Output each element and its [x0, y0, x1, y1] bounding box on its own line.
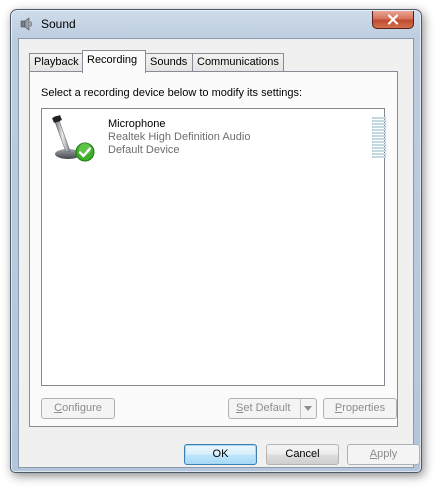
- tab-label: Sounds: [150, 56, 188, 68]
- device-name: Microphone: [108, 118, 166, 130]
- set-default-button[interactable]: Set Default: [228, 398, 317, 419]
- dialog-body: Playback Recording Sounds Communications…: [18, 38, 420, 468]
- apply-button[interactable]: Apply: [347, 444, 420, 465]
- tab-recording[interactable]: Recording: [82, 50, 146, 73]
- tab-communications[interactable]: Communications: [192, 53, 284, 72]
- tab-sounds[interactable]: Sounds: [145, 53, 193, 72]
- ok-button[interactable]: OK: [184, 444, 257, 465]
- default-check-icon: [75, 142, 95, 162]
- set-default-dropdown[interactable]: [300, 399, 316, 418]
- device-list[interactable]: Microphone Realtek High Definition Audio…: [41, 108, 386, 386]
- device-driver: Realtek High Definition Audio: [108, 131, 251, 143]
- tab-label: Communications: [197, 56, 279, 68]
- sound-dialog: Sound Playback Recording Sounds Communic…: [10, 9, 422, 473]
- tab-label: Playback: [34, 56, 79, 68]
- device-status: Default Device: [108, 144, 180, 156]
- close-button[interactable]: [372, 11, 414, 29]
- chevron-down-icon: [304, 406, 312, 411]
- close-icon: [387, 14, 399, 25]
- tab-playback[interactable]: Playback: [29, 53, 83, 72]
- level-meter: [372, 117, 386, 159]
- speaker-icon: [20, 17, 32, 31]
- properties-button[interactable]: Properties: [323, 398, 397, 419]
- title-bar[interactable]: Sound: [11, 10, 421, 38]
- configure-button[interactable]: Configure: [41, 398, 115, 419]
- recording-panel: Select a recording device below to modif…: [29, 71, 398, 427]
- tab-label: Recording: [87, 54, 138, 66]
- window-title: Sound: [41, 17, 76, 31]
- cancel-button[interactable]: Cancel: [266, 444, 339, 465]
- list-item[interactable]: Microphone Realtek High Definition Audio…: [46, 113, 386, 163]
- instruction-text: Select a recording device below to modif…: [41, 87, 303, 99]
